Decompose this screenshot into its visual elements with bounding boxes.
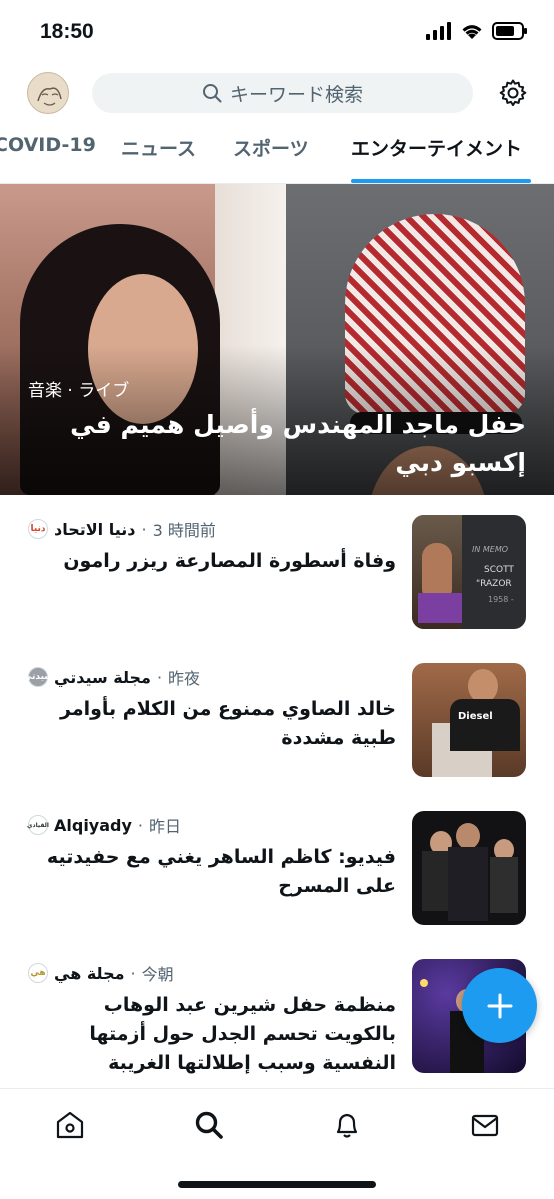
thumb-name: SCOTT [484, 565, 514, 575]
source-name: دنيا الاتحاد [54, 519, 136, 539]
category-tabs: COVID-19 ニュース スポーツ エンターテイメント [0, 122, 554, 184]
battery-icon [492, 22, 527, 40]
article-thumbnail: IN MEMO SCOTT "RAZOR 1958 - [412, 515, 526, 629]
article-source: سيدتي مجلة سيدتي · 昨夜 [23, 665, 201, 689]
thumb-year: 1958 - [488, 595, 514, 604]
tab-entertainment[interactable]: エンターテイメント [351, 134, 522, 161]
hero-title: حفل ماجد المهندس وأصيل هميم في إكسبو دبي [70, 410, 526, 477]
article-time: 昨日 [149, 817, 182, 836]
hero-category: 音楽 · ライブ [28, 381, 130, 401]
source-name: Alqiyady [54, 815, 132, 835]
separator: · [137, 815, 144, 835]
thumb-shirt-text: Diesel [458, 711, 493, 722]
search-icon [202, 84, 222, 103]
article-thumbnail: Diesel [412, 663, 526, 777]
top-bar: キーワード検索 [0, 66, 554, 122]
article-source: هي مجلة هي · 今朝 [28, 961, 174, 985]
article-headline: منظمة حفل شيرين عبد الوهاب بالكويت تحسم … [89, 994, 396, 1074]
list-item[interactable]: دنيا دنيا الاتحاد · 3 時間前 وفاة أسطورة ال… [0, 495, 554, 643]
home-indicator [178, 1181, 376, 1188]
wifi-icon [462, 25, 482, 39]
publisher-logo: هي [28, 963, 48, 983]
bell-icon[interactable] [331, 1109, 363, 1141]
mail-icon[interactable] [469, 1109, 501, 1141]
list-item[interactable]: سيدتي مجلة سيدتي · 昨夜 خالد الصاوي ممنوع … [0, 643, 554, 791]
home-icon[interactable] [54, 1109, 86, 1141]
tab-covid-19[interactable]: COVID-19 [0, 134, 96, 156]
tab-sports[interactable]: スポーツ [233, 134, 309, 161]
separator: · [141, 519, 147, 539]
article-time: 昨夜 [168, 669, 201, 688]
source-name: مجلة هي [54, 963, 125, 983]
publisher-logo: دنيا [28, 519, 48, 539]
status-time: 18:50 [40, 20, 94, 43]
plus-icon [487, 993, 512, 1018]
status-icons [426, 22, 528, 40]
list-item[interactable]: القيادي Alqiyady · 昨日 فيديو: كاظم الساهر… [0, 791, 554, 939]
signal-icon [426, 22, 451, 40]
thumb-nick: "RAZOR [476, 579, 512, 589]
active-tab-indicator [351, 179, 531, 183]
article-thumbnail [412, 811, 526, 925]
avatar[interactable] [27, 72, 69, 114]
article-headline: فيديو: كاظم الساهر يغني مع حفيدتيه على ا… [46, 846, 396, 897]
article-time: 今朝 [141, 965, 174, 984]
hero-card[interactable]: 音楽 · ライブ حفل ماجد المهندس وأصيل هميم في … [0, 184, 554, 495]
source-name: مجلة سيدتي [54, 667, 151, 687]
compose-button[interactable] [462, 968, 537, 1043]
status-bar: 18:50 [0, 0, 554, 66]
article-source: دنيا دنيا الاتحاد · 3 時間前 [28, 517, 216, 541]
gear-icon[interactable] [498, 78, 528, 108]
search-input[interactable]: キーワード検索 [92, 73, 473, 113]
separator: · [130, 963, 136, 983]
article-headline: وفاة أسطورة المصارعة ريزر رامون [63, 550, 396, 572]
thumb-text: IN MEMO [472, 545, 509, 554]
tab-news[interactable]: ニュース [121, 134, 196, 161]
search-placeholder: キーワード検索 [229, 83, 363, 106]
article-time: 3 時間前 [152, 521, 216, 540]
bottom-navigation [0, 1088, 554, 1199]
article-headline: خالد الصاوي ممنوع من الكلام بأوامر طبية … [60, 698, 396, 749]
article-source: القيادي Alqiyady · 昨日 [27, 813, 182, 837]
publisher-logo: القيادي [27, 815, 49, 835]
search-icon[interactable] [193, 1109, 225, 1141]
separator: · [156, 667, 163, 687]
publisher-logo: سيدتي [23, 667, 53, 687]
